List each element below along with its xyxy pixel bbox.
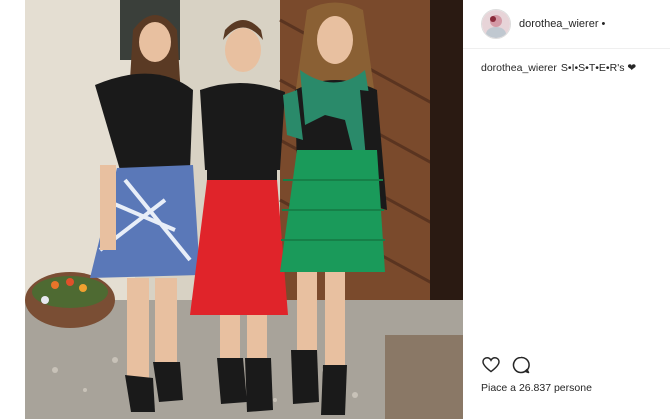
action-bar bbox=[481, 355, 531, 375]
post-header: dorothea_wierer • bbox=[463, 0, 670, 49]
comment-icon bbox=[512, 356, 530, 374]
like-button[interactable] bbox=[481, 355, 501, 375]
caption: dorothea_wierer S•I•S•T•E•R's ❤ bbox=[481, 62, 636, 74]
caption-username[interactable]: dorothea_wierer bbox=[481, 62, 557, 74]
comment-button[interactable] bbox=[511, 355, 531, 375]
likes-count[interactable]: Piace a 26.837 persone bbox=[481, 382, 592, 394]
instagram-post: dorothea_wierer • dorothea_wierer S•I•S•T… bbox=[0, 0, 670, 419]
caption-text: S•I•S•T•E•R's ❤ bbox=[560, 62, 637, 74]
avatar-image bbox=[482, 10, 510, 38]
username-link[interactable]: dorothea_wierer bbox=[519, 18, 599, 30]
post-sidebar: dorothea_wierer • dorothea_wierer S•I•S•T… bbox=[463, 0, 670, 419]
avatar[interactable] bbox=[481, 9, 511, 39]
photo-illustration bbox=[25, 0, 463, 419]
header-dot: • bbox=[601, 18, 606, 30]
post-photo[interactable] bbox=[25, 0, 463, 419]
heart-icon bbox=[482, 357, 500, 373]
